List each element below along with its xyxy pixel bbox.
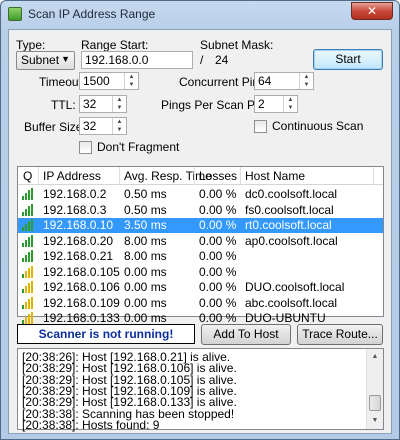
- range-start-label: Range Start:: [81, 38, 149, 52]
- response-time-cell: 0.50 ms: [124, 187, 167, 201]
- signal-quality-icon: [22, 188, 34, 200]
- losses-cell: 0.00 %: [199, 218, 237, 232]
- concurrent-pings-field[interactable]: 64 ▲ ▼: [254, 72, 314, 90]
- column-header-ip[interactable]: IP Address: [43, 169, 101, 183]
- response-time-cell: 8.00 ms: [124, 249, 167, 263]
- host-name-cell: rt0.coolsoft.local: [245, 218, 332, 232]
- timeout-field[interactable]: 1500 ▲ ▼: [79, 72, 139, 90]
- host-name-cell: ap0.coolsoft.local: [245, 233, 338, 248]
- range-start-input[interactable]: 192.168.0.0: [81, 51, 193, 69]
- log-scrollbar[interactable]: ▲ ▼: [366, 349, 383, 429]
- signal-quality-icon: [22, 296, 34, 309]
- dont-fragment-label: Don't Fragment: [97, 140, 180, 154]
- column-header-host-name[interactable]: Host Name: [245, 169, 305, 183]
- ip-address-cell: 192.168.0.105: [43, 264, 120, 279]
- continuous-scan-label: Continuous Scan: [272, 119, 364, 133]
- type-dropdown[interactable]: Subnet ▼: [16, 51, 75, 70]
- buffer-size-label: Buffer Size:: [24, 120, 86, 134]
- concurrent-pings-spinner[interactable]: ▲ ▼: [299, 73, 313, 89]
- ip-address-cell: 192.168.0.21: [43, 249, 114, 263]
- ip-address-cell: 192.168.0.109: [43, 295, 120, 310]
- signal-quality-icon: [22, 219, 34, 231]
- concurrent-pings-value: 64: [258, 74, 272, 88]
- pings-per-scan-pass-field[interactable]: 2 ▲ ▼: [254, 95, 298, 113]
- table-row[interactable]: 192.168.0.20 8.00 ms 0.00 % ap0.coolsoft.lo…: [18, 234, 383, 249]
- subnet-mask-label: Subnet Mask:: [200, 38, 274, 52]
- timeout-spinner[interactable]: ▲ ▼: [124, 73, 138, 89]
- title-bar[interactable]: Scan IP Address Range ✕: [1, 1, 399, 29]
- ip-address-cell: 192.168.0.2: [43, 187, 107, 201]
- timeout-value: 1500: [83, 74, 110, 88]
- type-label: Type:: [16, 38, 46, 52]
- subnet-mask-input[interactable]: 24: [211, 51, 255, 69]
- table-row[interactable]: 192.168.0.2 0.50 ms 0.00 % dc0.coolsoft.loc…: [18, 187, 383, 202]
- signal-quality-icon: [22, 265, 34, 278]
- trace-route-button[interactable]: Trace Route...: [297, 324, 383, 345]
- response-time-cell: 0.00 ms: [124, 280, 167, 294]
- ip-address-cell: 192.168.0.10: [43, 218, 114, 232]
- pings-per-scan-pass-spinner[interactable]: ▲ ▼: [283, 96, 297, 112]
- type-dropdown-value: Subnet: [21, 53, 60, 67]
- log-output[interactable]: [20:38:26]: Host [192.168.0.21] is alive…: [17, 348, 384, 432]
- close-button[interactable]: ✕: [351, 2, 393, 20]
- column-header-q[interactable]: Q: [23, 169, 32, 183]
- buffer-size-field[interactable]: 32 ▲ ▼: [79, 117, 127, 135]
- table-row[interactable]: 192.168.0.21 8.00 ms 0.00 %: [18, 249, 383, 264]
- buffer-size-spinner[interactable]: ▲ ▼: [112, 118, 126, 134]
- losses-cell: 0.00 %: [199, 202, 237, 217]
- ip-address-cell: 192.168.0.20: [43, 233, 114, 248]
- scroll-up-icon[interactable]: ▲: [367, 349, 383, 365]
- dialog-client: Type: Range Start: Subnet Mask: Subnet ▼…: [8, 29, 392, 434]
- column-header-losses[interactable]: Losses: [199, 169, 237, 183]
- scanner-status: Scanner is not running!: [17, 324, 195, 344]
- losses-cell: 0.00 %: [199, 249, 237, 263]
- ttl-field[interactable]: 32 ▲ ▼: [79, 95, 127, 113]
- host-name-cell: abc.coolsoft.local: [245, 295, 338, 310]
- losses-cell: 0.00 %: [199, 295, 237, 310]
- table-row[interactable]: 192.168.0.3 0.50 ms 0.00 % fs0.coolsoft.loc…: [18, 203, 383, 218]
- ip-address-cell: 192.168.0.106: [43, 280, 120, 294]
- scroll-thumb[interactable]: [369, 395, 381, 411]
- response-time-cell: 8.00 ms: [124, 233, 167, 248]
- response-time-cell: 0.00 ms: [124, 295, 167, 310]
- host-name-cell: fs0.coolsoft.local: [245, 202, 334, 217]
- chevron-down-icon: ▼: [61, 54, 70, 64]
- ttl-spinner[interactable]: ▲ ▼: [112, 96, 126, 112]
- table-row[interactable]: 192.168.0.105 0.00 ms 0.00 %: [18, 265, 383, 280]
- losses-cell: 0.00 %: [199, 264, 237, 279]
- buffer-size-value: 32: [83, 119, 97, 133]
- ttl-label: TTL:: [51, 98, 76, 112]
- table-header: Q IP Address Avg. Resp. Time Losses Host…: [18, 167, 383, 185]
- scroll-down-icon[interactable]: ▼: [367, 413, 383, 429]
- continuous-scan-checkbox[interactable]: [254, 120, 267, 133]
- response-time-cell: 3.50 ms: [124, 218, 167, 232]
- app-icon: [8, 7, 22, 21]
- table-row[interactable]: 192.168.0.10 3.50 ms 0.00 % rt0.coolsoft.lo…: [18, 218, 383, 233]
- window-title: Scan IP Address Range: [28, 7, 156, 21]
- response-time-cell: 0.50 ms: [124, 202, 167, 217]
- response-time-cell: 0.00 ms: [124, 264, 167, 279]
- log-line: [20:38:38]: Hosts found: 9: [22, 417, 160, 432]
- ttl-value: 32: [83, 97, 97, 111]
- table-row[interactable]: 192.168.0.106 0.00 ms 0.00 % DUO.coolsoft.l…: [18, 280, 383, 295]
- host-name-cell: DUO.coolsoft.local: [245, 280, 345, 294]
- losses-cell: 0.00 %: [199, 233, 237, 248]
- signal-quality-icon: [22, 250, 34, 262]
- host-name-cell: dc0.coolsoft.local: [245, 187, 338, 201]
- results-table[interactable]: Q IP Address Avg. Resp. Time Losses Host…: [17, 166, 384, 325]
- signal-quality-icon: [22, 312, 34, 324]
- losses-cell: 0.00 %: [199, 280, 237, 294]
- start-button[interactable]: Start: [313, 49, 383, 70]
- scan-ip-window: Scan IP Address Range ✕ Type: Range Star…: [0, 0, 400, 440]
- add-to-host-list-button[interactable]: Add To Host List...: [201, 324, 291, 360]
- ip-address-cell: 192.168.0.3: [43, 202, 107, 217]
- signal-quality-icon: [22, 281, 34, 293]
- dont-fragment-checkbox[interactable]: [79, 141, 92, 154]
- table-row[interactable]: 192.168.0.109 0.00 ms 0.00 % abc.coolsoft.l…: [18, 296, 383, 311]
- pings-per-scan-pass-value: 2: [258, 97, 265, 111]
- losses-cell: 0.00 %: [199, 187, 237, 201]
- subnet-slash: /: [200, 53, 204, 67]
- signal-quality-icon: [22, 203, 34, 216]
- signal-quality-icon: [22, 234, 34, 247]
